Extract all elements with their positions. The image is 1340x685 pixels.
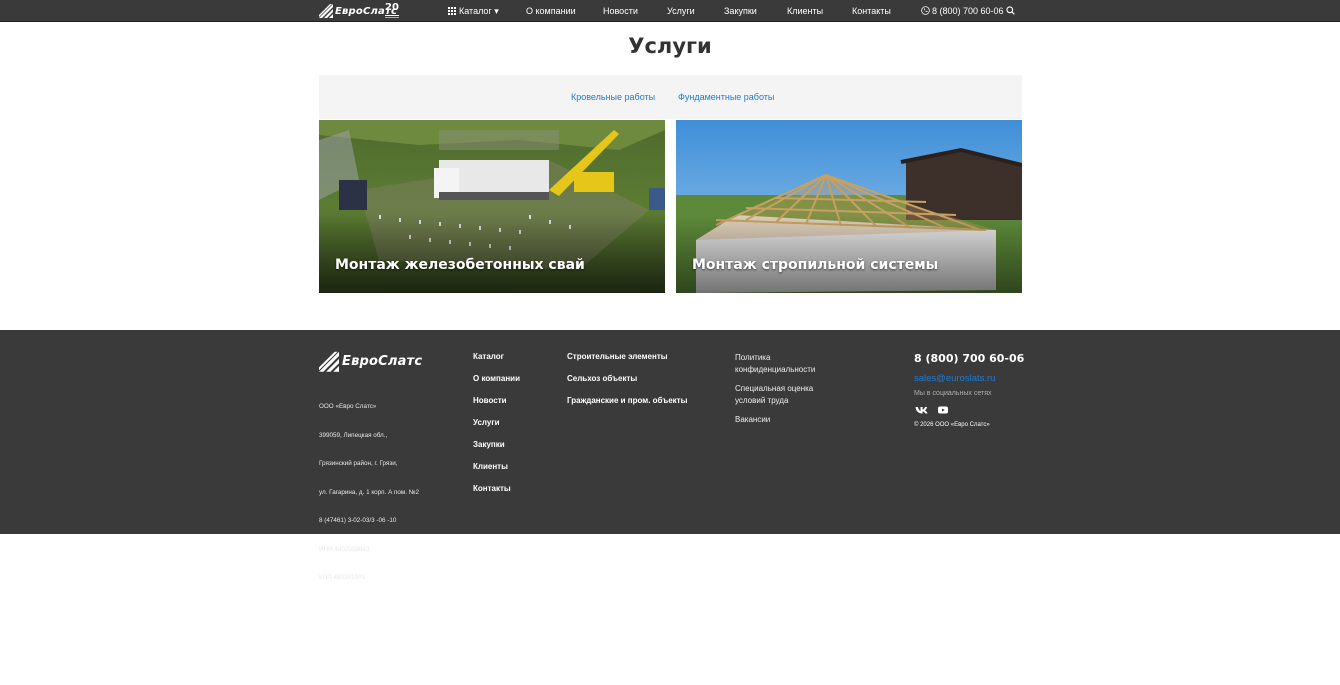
footer-link-privacy-policy[interactable]: Политика конфиденциальности: [735, 352, 815, 376]
top-navigation-bar: ЕвроСлатс 20 Каталог ▾ О компании Новост…: [0, 0, 1340, 22]
search-icon[interactable]: [1006, 6, 1015, 15]
footer-phone[interactable]: 8 (800) 700 60-06: [914, 352, 1024, 365]
footer-link-about[interactable]: О компании: [473, 374, 520, 383]
nav-item-catalog[interactable]: Каталог ▾: [448, 6, 499, 17]
footer-link-contacts[interactable]: Контакты: [473, 484, 520, 493]
logo-stripes-icon: [319, 4, 333, 18]
footer-link-services[interactable]: Услуги: [473, 418, 520, 427]
header-phone[interactable]: 8 (800) 700 60-06: [921, 6, 1004, 16]
footer-link-labor-assessment[interactable]: Специальная оценка условий труда: [735, 383, 815, 407]
nav-item-contacts[interactable]: Контакты: [852, 6, 891, 16]
phone-icon: [921, 6, 930, 15]
nav-item-services[interactable]: Услуги: [667, 6, 695, 16]
nav-item-news[interactable]: Новости: [603, 6, 638, 16]
nav-item-purchases[interactable]: Закупки: [724, 6, 757, 16]
service-card-piles[interactable]: Монтаж железобетонных свай: [319, 120, 665, 293]
social-label: Мы в социальных сетях: [914, 390, 992, 397]
anniversary-badge: 20: [385, 2, 401, 18]
youtube-icon[interactable]: [937, 404, 949, 416]
footer-link-vacancies[interactable]: Вакансии: [735, 414, 815, 426]
footer-link-news[interactable]: Новости: [473, 396, 520, 405]
service-tabs: Кровельные работы Фундаментные работы: [319, 75, 1022, 119]
footer-link-agro-objects[interactable]: Сельхоз объекты: [567, 374, 687, 383]
copyright: © 2026 ООО «Евро Слатс»: [914, 422, 990, 428]
footer-email[interactable]: sales@euroslats.ru: [914, 373, 995, 384]
service-card-rafters[interactable]: Монтаж стропильной системы: [676, 120, 1022, 293]
vk-icon[interactable]: [915, 404, 929, 416]
company-address: ООО «Евро Слатс» 399059, Липецкая обл., …: [319, 403, 420, 581]
nav-item-clients[interactable]: Клиенты: [787, 6, 823, 16]
footer-link-clients[interactable]: Клиенты: [473, 462, 520, 471]
footer-link-catalog[interactable]: Каталог: [473, 352, 520, 361]
footer-logo[interactable]: ЕвроСлатс: [319, 350, 422, 372]
footer-nav-info: Политика конфиденциальности Специальная о…: [735, 352, 815, 426]
logo-stripes-icon: [319, 351, 339, 372]
footer-nav-main: Каталог О компании Новости Услуги Закупк…: [473, 352, 520, 493]
tab-roofing[interactable]: Кровельные работы: [571, 92, 655, 102]
chevron-down-icon: ▾: [494, 6, 499, 16]
nav-item-about[interactable]: О компании: [526, 6, 576, 16]
footer-nav-catalog: Строительные элементы Сельхоз объекты Гр…: [567, 352, 687, 405]
tab-foundation[interactable]: Фундаментные работы: [678, 92, 774, 102]
footer-link-civil-objects[interactable]: Гражданские и пром. объекты: [567, 396, 687, 405]
footer-logo-text: ЕвроСлатс: [342, 353, 423, 369]
card-caption: Монтаж железобетонных свай: [335, 257, 585, 273]
site-footer: ЕвроСлатс ООО «Евро Слатс» 399059, Липец…: [0, 330, 1340, 581]
footer-link-building-elements[interactable]: Строительные элементы: [567, 352, 687, 361]
grid-icon: [448, 7, 456, 15]
page-title: Услуги: [628, 34, 712, 58]
card-caption: Монтаж стропильной системы: [692, 257, 939, 273]
footer-link-purchases[interactable]: Закупки: [473, 440, 520, 449]
badge-underline-icon: [385, 15, 399, 18]
